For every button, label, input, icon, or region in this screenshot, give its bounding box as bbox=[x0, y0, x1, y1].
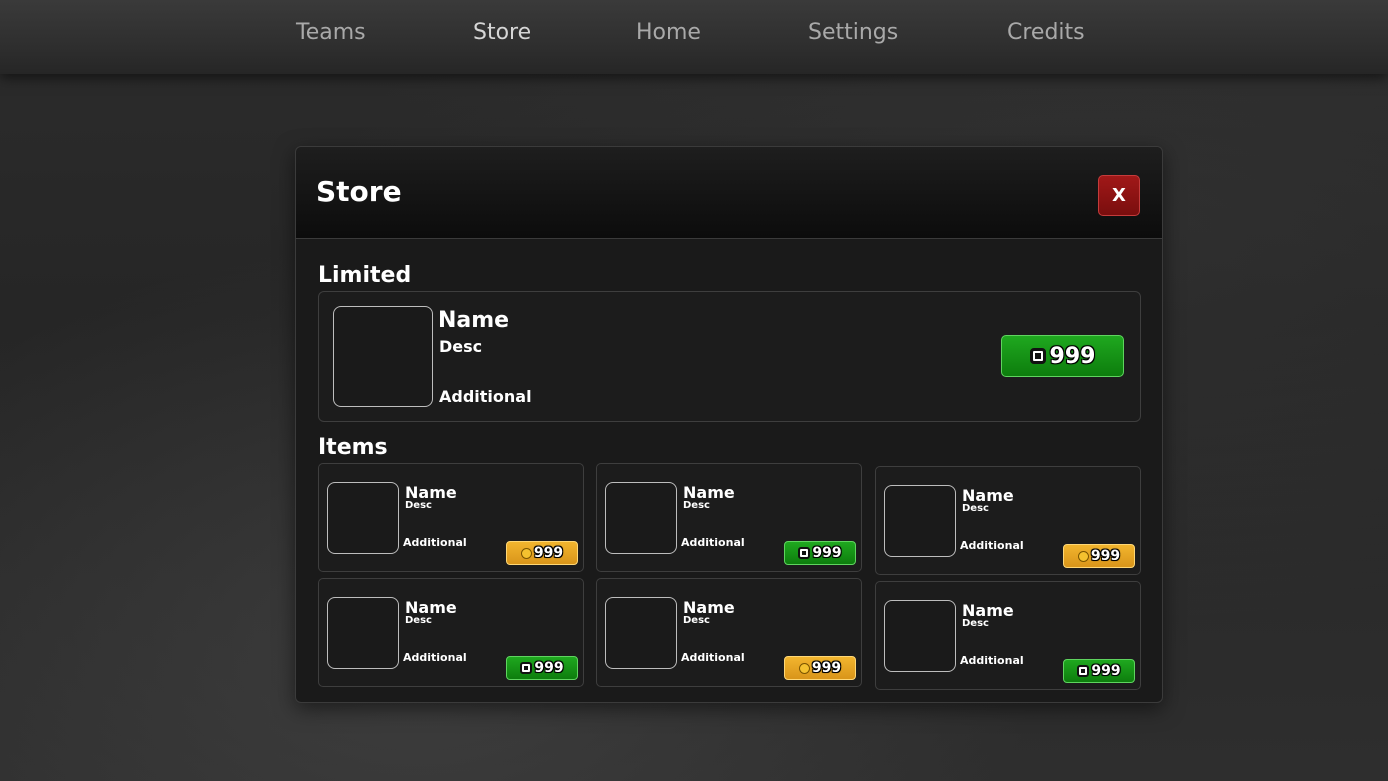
item-card[interactable]: Name Desc Additional 999 bbox=[596, 463, 862, 572]
item-card[interactable]: Name Desc Additional 999 bbox=[875, 581, 1141, 690]
item-desc: Desc bbox=[962, 618, 989, 629]
item-additional: Additional bbox=[681, 651, 745, 664]
items-section-label: Items bbox=[318, 435, 388, 460]
item-thumbnail bbox=[327, 597, 399, 669]
item-desc: Desc bbox=[683, 615, 710, 626]
item-thumbnail bbox=[884, 600, 956, 672]
robux-icon bbox=[520, 662, 533, 674]
item-desc: Desc bbox=[405, 615, 432, 626]
robux-icon bbox=[1029, 348, 1046, 364]
item-additional: Additional bbox=[403, 651, 467, 664]
store-title: Store bbox=[316, 175, 402, 208]
item-price: 999 bbox=[534, 660, 564, 676]
coin-icon bbox=[1077, 550, 1089, 562]
item-additional: Additional bbox=[403, 536, 467, 549]
item-additional: Additional bbox=[681, 536, 745, 549]
nav-teams[interactable]: Teams bbox=[296, 20, 366, 52]
item-card[interactable]: Name Desc Additional 999 bbox=[596, 578, 862, 687]
limited-item-desc: Desc bbox=[439, 337, 483, 356]
item-additional: Additional bbox=[960, 539, 1024, 552]
item-thumbnail bbox=[605, 482, 677, 554]
limited-item-additional: Additional bbox=[439, 387, 532, 406]
item-price: 999 bbox=[811, 660, 842, 676]
limited-item-card[interactable]: Name Desc Additional 999 bbox=[318, 291, 1141, 422]
item-buy-button[interactable]: 999 bbox=[1063, 544, 1135, 568]
store-window: Store X Limited Name Desc Additional 999… bbox=[295, 146, 1163, 703]
limited-buy-button[interactable]: 999 bbox=[1001, 335, 1124, 377]
limited-item-name: Name bbox=[438, 308, 510, 333]
item-card[interactable]: Name Desc Additional 999 bbox=[318, 578, 584, 687]
nav-credits[interactable]: Credits bbox=[1007, 20, 1085, 52]
item-desc: Desc bbox=[405, 500, 432, 511]
item-card[interactable]: Name Desc Additional 999 bbox=[318, 463, 584, 572]
nav-store[interactable]: Store bbox=[473, 20, 531, 52]
item-buy-button[interactable]: 999 bbox=[784, 656, 856, 680]
item-desc: Desc bbox=[683, 500, 710, 511]
item-thumbnail bbox=[327, 482, 399, 554]
limited-item-thumbnail bbox=[333, 306, 433, 407]
item-price: 999 bbox=[1091, 663, 1121, 679]
robux-icon bbox=[798, 547, 811, 559]
store-header: Store X bbox=[296, 147, 1162, 239]
item-thumbnail bbox=[605, 597, 677, 669]
item-buy-button[interactable]: 999 bbox=[506, 656, 578, 680]
robux-icon bbox=[1077, 665, 1090, 677]
nav-home[interactable]: Home bbox=[636, 20, 701, 52]
limited-section-label: Limited bbox=[318, 263, 412, 288]
item-additional: Additional bbox=[960, 654, 1024, 667]
item-price: 999 bbox=[1090, 548, 1121, 564]
nav-settings[interactable]: Settings bbox=[808, 20, 898, 52]
item-buy-button[interactable]: 999 bbox=[1063, 659, 1135, 683]
coin-icon bbox=[520, 547, 532, 559]
item-price: 999 bbox=[533, 545, 564, 561]
item-thumbnail bbox=[884, 485, 956, 557]
item-buy-button[interactable]: 999 bbox=[506, 541, 578, 565]
coin-icon bbox=[798, 662, 810, 674]
limited-price: 999 bbox=[1049, 343, 1096, 369]
top-nav-bar: Teams Store Home Settings Credits bbox=[0, 0, 1388, 74]
item-card[interactable]: Name Desc Additional 999 bbox=[875, 466, 1141, 575]
item-desc: Desc bbox=[962, 503, 989, 514]
close-button[interactable]: X bbox=[1098, 175, 1140, 216]
item-price: 999 bbox=[812, 545, 842, 561]
item-buy-button[interactable]: 999 bbox=[784, 541, 856, 565]
